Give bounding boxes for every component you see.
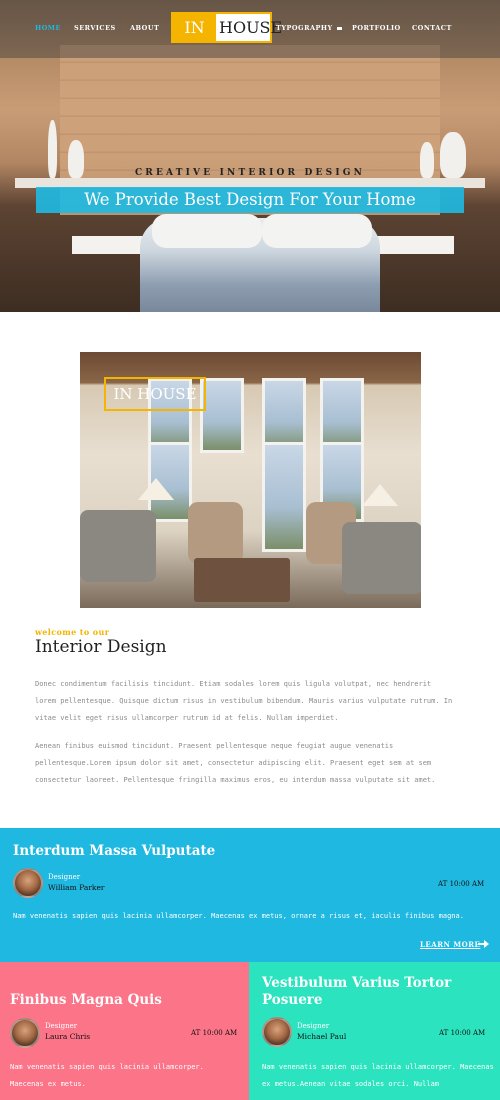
armchair — [188, 502, 243, 564]
sofa — [342, 522, 421, 594]
pillow — [152, 214, 262, 248]
about-title: Interior Design — [35, 637, 167, 657]
logo-house: HOUSE — [219, 18, 283, 37]
card-text: Nam venenatis sapien quis lacinia ullamc… — [10, 1063, 204, 1088]
card-title[interactable]: Interdum Massa Vulputate — [13, 843, 215, 860]
lamp — [138, 478, 174, 500]
nav-typography-label: TYPOGRAPHY — [276, 24, 333, 32]
arrow-right-icon[interactable] — [478, 940, 489, 948]
news-card: Finibus Magna Quis Designer Laura Chris … — [0, 962, 249, 1100]
card-title[interactable]: Vestibulum Varius Tortor Posuere — [262, 975, 487, 1009]
nav-home[interactable]: HOME — [35, 24, 61, 32]
about-paragraph: Donec condimentum facilisis tincidunt. E… — [35, 680, 453, 722]
hero-subtitle: CREATIVE INTERIOR DESIGN — [134, 168, 366, 178]
nav-services[interactable]: SERVICES — [74, 24, 116, 32]
coffee-table — [194, 558, 290, 602]
window — [200, 378, 244, 453]
photo-logo: IN HOUSE — [104, 377, 206, 411]
about-paragraph: Aenean finibus euismod tincidunt. Praese… — [35, 742, 436, 784]
sofa — [80, 510, 156, 582]
logo-in: IN — [173, 14, 216, 41]
card-text: Nam venenatis sapien quis lacinia ullamc… — [262, 1063, 494, 1088]
nightstand-right — [370, 236, 454, 254]
card-text: Nam venenatis sapien quis lacinia ullamc… — [13, 912, 464, 920]
site-logo[interactable]: IN HOUSE — [171, 12, 282, 43]
dropdown-caret-icon — [336, 26, 342, 30]
main-navigation: HOME SERVICES ABOUT IN HOUSE TYPOGRAPHY … — [0, 0, 500, 58]
photo-logo-text: IN HOUSE — [113, 385, 197, 403]
post-time: AT 10:00 AM — [439, 1029, 486, 1037]
nav-about[interactable]: ABOUT — [130, 24, 159, 32]
post-time: AT 10:00 AM — [438, 880, 485, 888]
news-card: Interdum Massa Vulputate Designer Willia… — [0, 828, 500, 962]
welcome-label: welcome to our — [35, 627, 110, 637]
author-name[interactable]: William Parker — [48, 883, 104, 892]
author-avatar — [10, 1018, 40, 1048]
nav-portfolio[interactable]: PORTFOLIO — [352, 24, 401, 32]
author-name[interactable]: Laura Chris — [45, 1032, 90, 1041]
card-title[interactable]: Finibus Magna Quis — [10, 992, 240, 1009]
hero-banner: HOME SERVICES ABOUT IN HOUSE TYPOGRAPHY … — [0, 0, 500, 312]
author-role: Designer — [48, 873, 81, 881]
nav-typography[interactable]: TYPOGRAPHY — [276, 24, 342, 32]
post-time: AT 10:00 AM — [191, 1029, 238, 1037]
nav-contact[interactable]: CONTACT — [412, 24, 452, 32]
author-avatar — [13, 868, 43, 898]
author-avatar — [262, 1017, 292, 1047]
news-card: Vestibulum Varius Tortor Posuere Designe… — [249, 962, 500, 1100]
learn-more-link[interactable]: LEARN MORE — [420, 940, 480, 949]
pillow — [262, 214, 372, 248]
hero-title: We Provide Best Design For Your Home — [84, 190, 416, 209]
author-role: Designer — [297, 1022, 330, 1030]
author-role: Designer — [45, 1022, 78, 1030]
window — [262, 442, 306, 552]
author-name[interactable]: Michael Paul — [297, 1032, 346, 1041]
lamp — [362, 484, 398, 506]
